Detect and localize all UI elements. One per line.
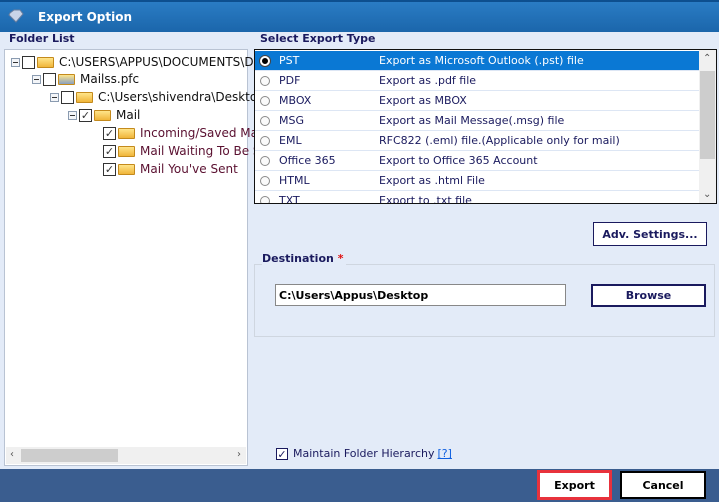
destination-label-text: Destination xyxy=(262,252,334,265)
option-name: TXT xyxy=(279,194,300,204)
help-link[interactable]: [?] xyxy=(438,447,452,460)
option-description: Export as MBOX xyxy=(379,94,467,107)
node-label: Mail xyxy=(116,108,141,122)
export-type-list[interactable]: PST Export as Microsoft Outlook (.pst) fi… xyxy=(254,49,717,204)
radio-button[interactable] xyxy=(260,135,270,146)
tree-node[interactable]: ✓ Mail Waiting To Be S xyxy=(103,142,261,160)
option-name: Office 365 xyxy=(279,154,336,167)
radio-button[interactable] xyxy=(260,155,270,166)
radio-button[interactable] xyxy=(260,55,270,66)
collapse-icon[interactable] xyxy=(50,92,59,102)
export-type-option[interactable]: PST Export as Microsoft Outlook (.pst) fi… xyxy=(255,51,699,71)
node-checkbox[interactable]: ✓ xyxy=(103,126,116,140)
cancel-button[interactable]: Cancel xyxy=(620,471,706,499)
node-checkbox[interactable]: ✓ xyxy=(103,144,116,158)
collapse-icon[interactable] xyxy=(68,110,77,120)
tree-node[interactable]: ✓ Incoming/Saved Mai xyxy=(103,124,261,142)
folder-icon xyxy=(118,163,135,175)
tree-node[interactable]: Mailss.pfc xyxy=(32,70,139,88)
node-checkbox[interactable]: ✓ xyxy=(103,162,116,176)
option-description: Export as Mail Message(.msg) file xyxy=(379,114,565,127)
app-logo-icon xyxy=(8,9,24,23)
folder-list-label: Folder List xyxy=(9,32,75,45)
horizontal-scrollbar[interactable]: ‹ › xyxy=(6,447,246,464)
export-type-option[interactable]: TXT Export to .txt file xyxy=(255,191,699,204)
export-label: Export xyxy=(554,478,595,492)
node-label: C:\Users\shivendra\Desktop xyxy=(98,90,265,104)
folder-open-icon xyxy=(37,56,54,68)
collapse-icon[interactable] xyxy=(32,74,41,84)
node-checkbox[interactable] xyxy=(61,90,74,104)
tree-node[interactable]: ✓ Mail xyxy=(68,106,140,124)
destination-label: Destination * xyxy=(262,252,347,265)
folder-icon xyxy=(118,145,135,157)
adv-settings-button[interactable]: Adv. Settings... xyxy=(593,222,707,246)
tree-node[interactable]: ✓ Mail You've Sent xyxy=(103,160,238,178)
export-type-option[interactable]: Office 365 Export to Office 365 Account xyxy=(255,151,699,171)
option-description: Export as .pdf file xyxy=(379,74,477,87)
destination-input[interactable] xyxy=(275,284,566,306)
export-button[interactable]: Export xyxy=(537,470,612,500)
export-type-option[interactable]: MBOX Export as MBOX xyxy=(255,91,699,111)
option-name: MBOX xyxy=(279,94,312,107)
scroll-thumb[interactable] xyxy=(700,71,715,159)
option-description: Export to .txt file xyxy=(379,194,472,204)
radio-button[interactable] xyxy=(260,95,270,106)
folder-icon xyxy=(94,109,111,121)
scroll-thumb[interactable] xyxy=(21,449,118,462)
export-type-option[interactable]: PDF Export as .pdf file xyxy=(255,71,699,91)
export-type-option[interactable]: MSG Export as Mail Message(.msg) file xyxy=(255,111,699,131)
node-checkbox[interactable]: ✓ xyxy=(79,108,92,122)
export-type-option[interactable]: HTML Export as .html File xyxy=(255,171,699,191)
vertical-scrollbar[interactable]: ⌃ ⌄ xyxy=(699,50,716,203)
radio-button[interactable] xyxy=(260,115,270,126)
scroll-up-icon[interactable]: ⌃ xyxy=(703,53,711,64)
tree-node[interactable]: C:\Users\shivendra\Desktop xyxy=(50,88,265,106)
option-description: Export to Office 365 Account xyxy=(379,154,538,167)
maintain-hierarchy-label: Maintain Folder Hierarchy xyxy=(293,447,435,460)
folder-icon xyxy=(76,91,93,103)
maintain-hierarchy-checkbox[interactable]: ✓ xyxy=(276,447,288,460)
window-title: Export Option xyxy=(38,10,133,24)
export-type-label: Select Export Type xyxy=(260,32,376,45)
node-label: C:\USERS\APPUS\DOCUMENTS\DC xyxy=(59,55,262,69)
browse-button[interactable]: Browse xyxy=(591,284,706,307)
option-name: PST xyxy=(279,54,300,67)
node-label: Incoming/Saved Mai xyxy=(140,126,262,140)
option-description: Export as Microsoft Outlook (.pst) file xyxy=(379,54,584,67)
scroll-left-icon[interactable]: ‹ xyxy=(10,449,14,460)
title-bar: Export Option xyxy=(0,0,719,32)
node-checkbox[interactable] xyxy=(43,72,56,86)
option-name: MSG xyxy=(279,114,304,127)
option-name: PDF xyxy=(279,74,301,87)
node-label: Mailss.pfc xyxy=(80,72,140,86)
folder-icon xyxy=(118,127,135,139)
option-description: Export as .html File xyxy=(379,174,485,187)
maintain-hierarchy-option[interactable]: ✓ Maintain Folder Hierarchy [?] xyxy=(276,447,452,460)
scroll-down-icon[interactable]: ⌄ xyxy=(703,189,711,200)
node-checkbox[interactable] xyxy=(22,55,35,69)
radio-button[interactable] xyxy=(260,195,270,203)
tree-node[interactable]: C:\USERS\APPUS\DOCUMENTS\DC xyxy=(11,53,262,71)
folder-tree[interactable]: C:\USERS\APPUS\DOCUMENTS\DC Mailss.pfc C… xyxy=(4,49,265,466)
required-mark: * xyxy=(337,252,344,265)
option-name: HTML xyxy=(279,174,310,187)
option-description: RFC822 (.eml) file.(Applicable only for … xyxy=(379,134,620,147)
radio-button[interactable] xyxy=(260,175,270,186)
node-label: Mail Waiting To Be S xyxy=(140,144,261,158)
scroll-right-icon[interactable]: › xyxy=(237,449,241,460)
node-label: Mail You've Sent xyxy=(140,162,238,176)
option-name: EML xyxy=(279,134,302,147)
pst-file-icon xyxy=(58,73,75,85)
radio-button[interactable] xyxy=(260,75,270,86)
collapse-icon[interactable] xyxy=(11,57,20,67)
export-type-option[interactable]: EML RFC822 (.eml) file.(Applicable only f… xyxy=(255,131,699,151)
